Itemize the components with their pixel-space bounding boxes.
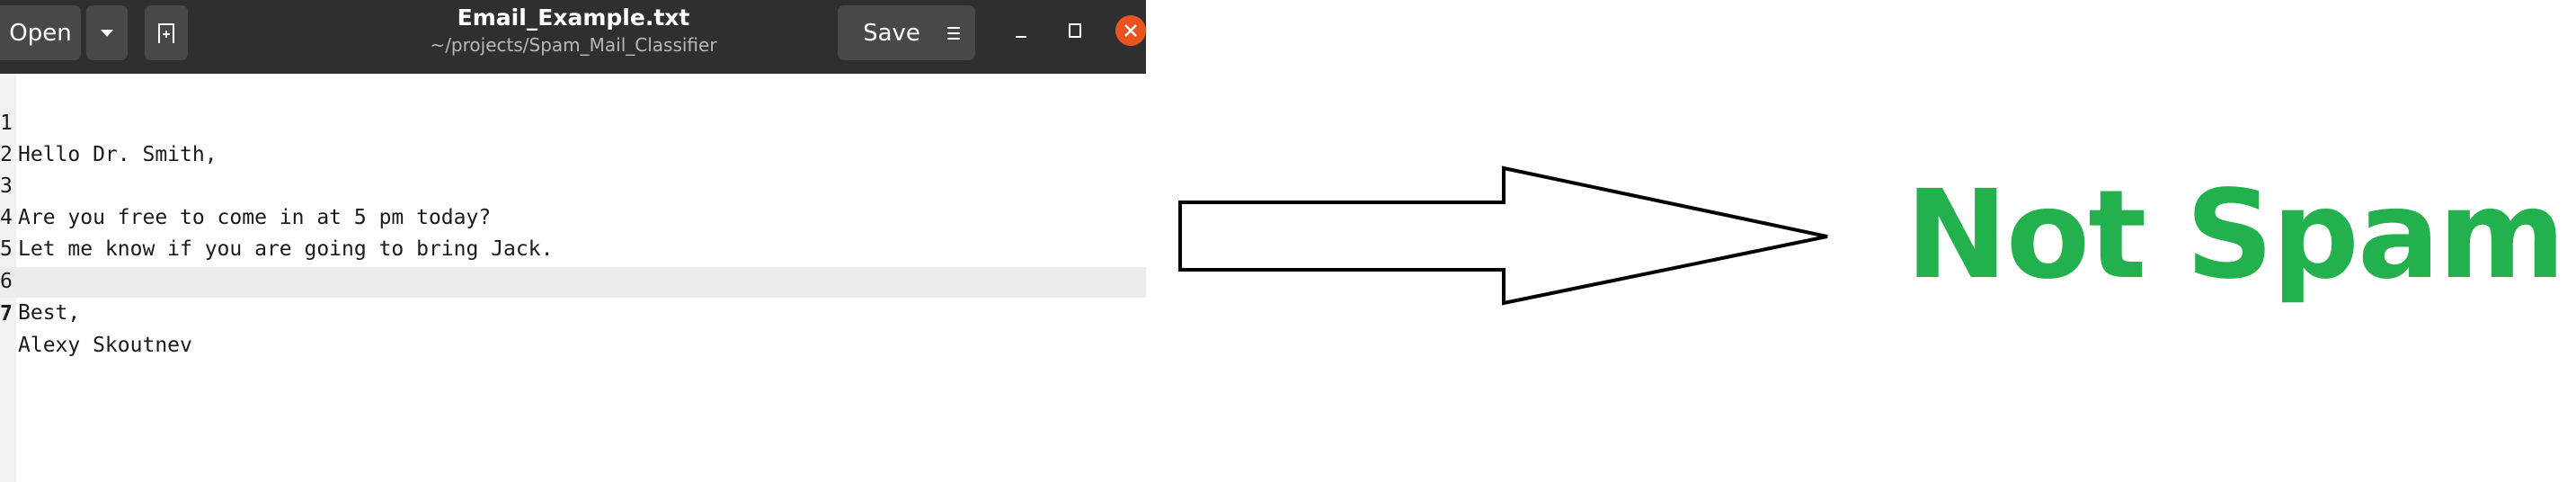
- text-editor-window: Open Email_Example.txt ~/projects/Spam_M…: [0, 0, 1146, 482]
- text-line-current: 7 Alexy Skoutnev: [0, 267, 192, 357]
- hamburger-icon: [947, 26, 960, 40]
- text-line: 3 Are you free to come in at 5 pm today?: [0, 139, 491, 229]
- close-button[interactable]: [1115, 15, 1146, 46]
- open-menu-button[interactable]: [86, 5, 128, 60]
- maximize-icon: [1069, 23, 1081, 38]
- text-line: 4 Let me know if you are going to bring …: [0, 171, 553, 261]
- main-menu-button[interactable]: [932, 5, 975, 60]
- line-text: Alexy Skoutnev: [18, 334, 192, 357]
- line-text: Are you free to come in at 5 pm today?: [18, 206, 492, 229]
- header-bar: Open Email_Example.txt ~/projects/Spam_M…: [0, 0, 1146, 74]
- save-button-label: Save: [863, 19, 920, 47]
- text-line: 6 Best,: [0, 235, 80, 325]
- window-title-block: Email_Example.txt ~/projects/Spam_Mail_C…: [360, 4, 787, 58]
- maximize-button[interactable]: [1059, 14, 1091, 47]
- text-line: 2: [0, 108, 75, 166]
- line-text: Let me know if you are going to bring Ja…: [18, 237, 554, 261]
- text-line: 5: [0, 202, 75, 261]
- text-line: 1 Hello Dr. Smith,: [0, 76, 218, 166]
- close-icon: [1124, 24, 1137, 37]
- right-arrow-icon: [1178, 165, 1828, 306]
- minimize-icon: [1016, 36, 1026, 38]
- open-button-label: Open: [9, 19, 72, 47]
- document-path: ~/projects/Spam_Mail_Classifier: [430, 34, 717, 56]
- open-button[interactable]: Open: [0, 5, 81, 60]
- chevron-down-icon: [101, 29, 113, 37]
- line-number: 7: [0, 302, 13, 326]
- current-line-highlight: [0, 267, 1146, 298]
- classification-result: Not Spam: [1905, 165, 2565, 307]
- save-button[interactable]: Save: [838, 5, 946, 60]
- document-title: Email_Example.txt: [457, 4, 690, 31]
- minimize-button[interactable]: [1005, 14, 1037, 47]
- new-document-button[interactable]: [145, 5, 188, 60]
- new-document-icon: [158, 22, 174, 43]
